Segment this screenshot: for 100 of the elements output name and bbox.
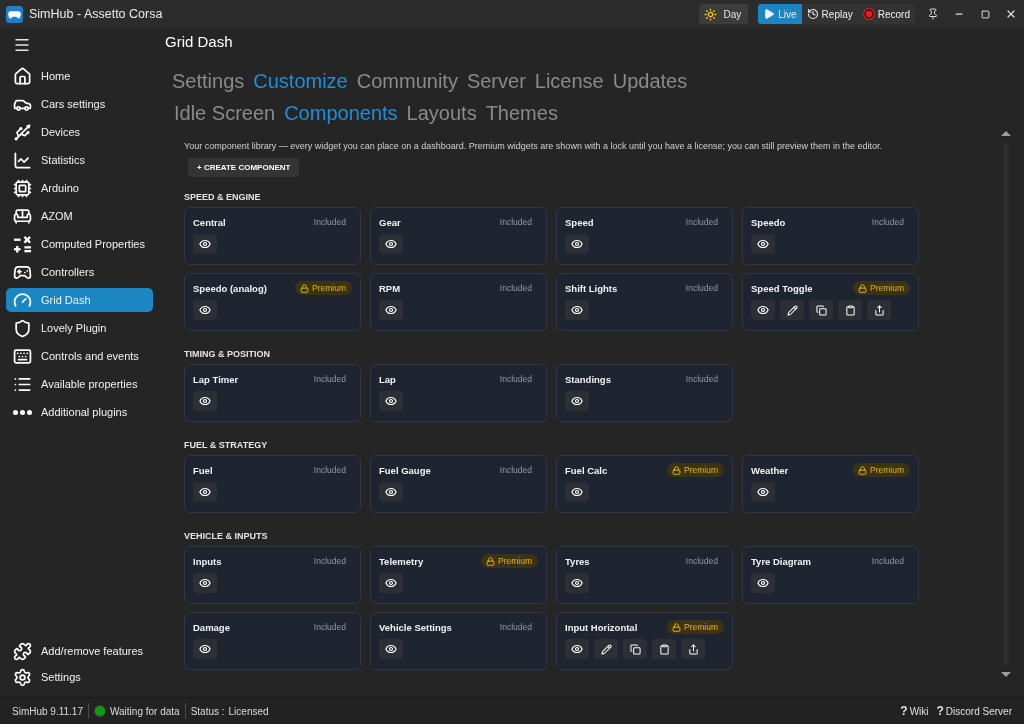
nav-item[interactable]: Home [6,64,153,88]
card-title: Lap Timer [193,373,239,385]
nav-item[interactable]: Available properties [6,372,153,396]
nav-item[interactable]: Statistics [6,148,153,172]
preview-button[interactable] [379,482,403,502]
lock-icon [858,465,867,475]
tab[interactable]: License [534,68,604,94]
preview-button[interactable] [565,234,589,254]
nav-item[interactable]: Controllers [6,260,153,284]
duplicate-button[interactable] [809,300,833,320]
play-icon [763,8,776,20]
nav-item[interactable]: Lovely Plugin [6,316,153,340]
preview-button[interactable] [193,573,217,593]
subtab[interactable]: Components [284,100,398,126]
version-label: SimHub 9.11.17 [12,705,83,717]
tier-label: Included [313,217,346,227]
preview-button[interactable] [751,300,775,320]
edit-button[interactable] [780,300,804,320]
paste-button[interactable] [838,300,862,320]
premium-badge: Premium [853,281,910,295]
tab[interactable]: Customize [253,68,348,94]
card-title: Standings [565,373,611,385]
preview-button[interactable] [565,391,589,411]
scroll-up-icon[interactable] [1001,131,1011,136]
window-title: SimHub - Assetto Corsa [29,7,163,21]
preview-button[interactable] [751,482,775,502]
preview-button[interactable] [379,300,403,320]
tier-label: Included [499,217,532,227]
maximize-icon [980,9,990,19]
create-component-button[interactable]: + CREATE COMPONENT [188,158,300,177]
preview-button[interactable] [379,573,403,593]
lock-icon [858,283,867,293]
nav-item[interactable]: Cars settings [6,92,153,116]
preview-button[interactable] [379,639,403,659]
copy-icon [815,304,827,316]
tier-label: Included [499,374,532,384]
card-title: Lap [379,373,396,385]
lock-icon [672,465,681,475]
preview-button[interactable] [379,391,403,411]
preview-button[interactable] [565,300,589,320]
preview-button[interactable] [193,391,217,411]
connection-label: Waiting for data [109,705,180,717]
nav-item[interactable]: Arduino [6,176,153,200]
export-button[interactable] [867,300,891,320]
paste-button[interactable] [652,639,676,659]
tab[interactable]: Updates [612,68,688,94]
nav-item[interactable]: Grid Dash [6,288,153,312]
subtab[interactable]: Idle Screen [174,100,276,126]
preview-button[interactable] [193,300,217,320]
preview-button[interactable] [565,482,589,502]
card-title: Tyre Diagram [751,555,811,567]
subtab[interactable]: Layouts [406,100,477,126]
eye-icon [199,643,211,655]
tab[interactable]: Settings [172,68,245,94]
eye-icon [199,486,211,498]
history-icon [806,8,819,20]
tab[interactable]: Server [466,68,526,94]
tier-label: Included [685,374,718,384]
nav-item[interactable]: Add/remove features [6,639,153,663]
preview-button[interactable] [565,639,589,659]
preview-button[interactable] [193,639,217,659]
preview-button[interactable] [751,573,775,593]
preview-button[interactable] [379,234,403,254]
eye-icon [199,304,211,316]
scroll-down-icon[interactable] [1001,672,1011,677]
preview-button[interactable] [565,573,589,593]
section-heading: VEHICLE & INPUTS [184,530,268,542]
preview-button[interactable] [193,234,217,254]
mode-button[interactable]: Live [758,4,802,24]
pencil-icon [600,643,612,655]
sofa-icon [13,206,32,226]
nav-item[interactable]: Computed Properties [6,232,153,256]
help-link[interactable]: ? Wiki [900,704,929,718]
mode-button[interactable]: Replay [801,4,858,24]
card-title: RPM [379,282,401,294]
pin-icon [927,8,939,20]
edit-button[interactable] [594,639,618,659]
eye-icon [571,577,583,589]
eye-icon [199,238,211,250]
card-title: Central [193,216,226,228]
nav-item[interactable]: Devices [6,120,153,144]
nav-item[interactable]: Settings [6,665,153,689]
tier-label: Included [871,217,904,227]
mode-button[interactable]: Record [857,4,915,24]
preview-button[interactable] [751,234,775,254]
nav-item[interactable]: AZOM [6,204,153,228]
description-text: Your component library — every widget you can place on a dashboard. Premium widgets are shown with a lock until you have a license; you can still preview them in the editor. [184,140,884,152]
nav-item[interactable]: Controls and events [6,344,153,368]
duplicate-button[interactable] [623,639,647,659]
export-button[interactable] [681,639,705,659]
subtab[interactable]: Themes [485,100,558,126]
nav-item[interactable]: Additional plugins [6,400,153,424]
eye-icon [385,395,397,407]
tab[interactable]: Community [356,68,458,94]
help-link[interactable]: ? Discord Server [936,704,1012,718]
theme-toggle[interactable]: Day [699,4,749,24]
preview-button[interactable] [193,482,217,502]
card-title: Telemetry [379,555,424,567]
tier-label: Included [499,622,532,632]
eye-icon [385,577,397,589]
